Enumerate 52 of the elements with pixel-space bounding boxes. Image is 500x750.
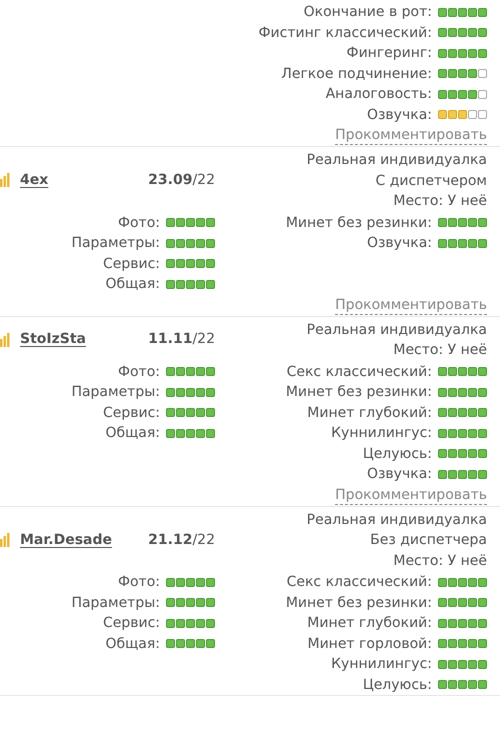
comment-link[interactable]: Прокомментировать <box>335 126 487 145</box>
rating-label: Легкое подчинение: <box>281 64 432 84</box>
rating-label: Минет горловой: <box>307 634 432 654</box>
review-date: 11.11/22 <box>148 330 215 350</box>
rating-label: Сервис: <box>102 404 160 422</box>
rating-label: Сервис: <box>102 614 160 633</box>
info-text: Реальная индивидуалка <box>306 510 487 530</box>
rating-label: Фото: <box>118 214 160 232</box>
rating-label: Фото: <box>118 362 160 382</box>
rating-label: Минет глубокий: <box>307 614 432 633</box>
rating-label: Параметры: <box>71 234 160 253</box>
rating-label: Куннилингус: <box>331 655 432 674</box>
review-date: 21.12/22 <box>148 530 215 550</box>
rating-label: Параметры: <box>71 594 160 612</box>
rating-label: Минет без резинки: <box>286 214 432 232</box>
rating-label: Окончание в рот: <box>304 3 432 22</box>
rating-label: Общая: <box>105 634 160 654</box>
rating-label: Минет без резинки: <box>286 594 432 612</box>
rating-label: Озвучка: <box>366 234 432 253</box>
rating-label: Целуюсь: <box>362 676 432 694</box>
rating-label: Минет глубокий: <box>307 404 432 422</box>
info-text: Реальная индивидуалка <box>306 151 487 170</box>
signal-icon <box>0 332 10 346</box>
rating-label: Секс классический: <box>286 362 432 382</box>
info-text: Место: У неё <box>393 341 487 360</box>
rating-label: Фингеринг: <box>346 44 432 63</box>
signal-icon <box>0 532 10 547</box>
info-text: Место: У неё <box>393 552 487 570</box>
rating-label: Фистинг классический: <box>258 24 432 42</box>
rating-label: Параметры: <box>71 383 160 402</box>
comment-link[interactable]: Прокомментировать <box>335 296 487 314</box>
rating-label: Аналоговость: <box>326 85 432 104</box>
rating-label: Озвучка: <box>366 106 432 124</box>
rating-label: Озвучка: <box>366 465 432 484</box>
info-text: С диспетчером <box>375 172 487 190</box>
user-link[interactable]: Mar.Desade <box>20 530 112 550</box>
rating-label: Минет без резинки: <box>286 383 432 402</box>
signal-icon <box>0 173 10 188</box>
rating-label: Сервис: <box>102 254 160 274</box>
info-text: Место: У неё <box>393 192 487 211</box>
rating-label: Фото: <box>118 573 160 592</box>
rating-label: Секс классический: <box>286 573 432 592</box>
user-link[interactable]: StoIzSta <box>20 329 86 350</box>
rating-label: Целуюсь: <box>362 444 432 464</box>
user-link[interactable]: 4ex <box>20 170 48 190</box>
info-text: Без диспетчера <box>370 531 487 550</box>
rating-label: Куннилингус: <box>331 424 432 443</box>
rating-label: Общая: <box>105 275 160 294</box>
rating-label: Общая: <box>105 424 160 443</box>
info-text: Реальная индивидуалка <box>306 320 487 340</box>
review-date: 23.09/22 <box>148 171 215 190</box>
comment-link[interactable]: Прокомментировать <box>335 486 487 504</box>
